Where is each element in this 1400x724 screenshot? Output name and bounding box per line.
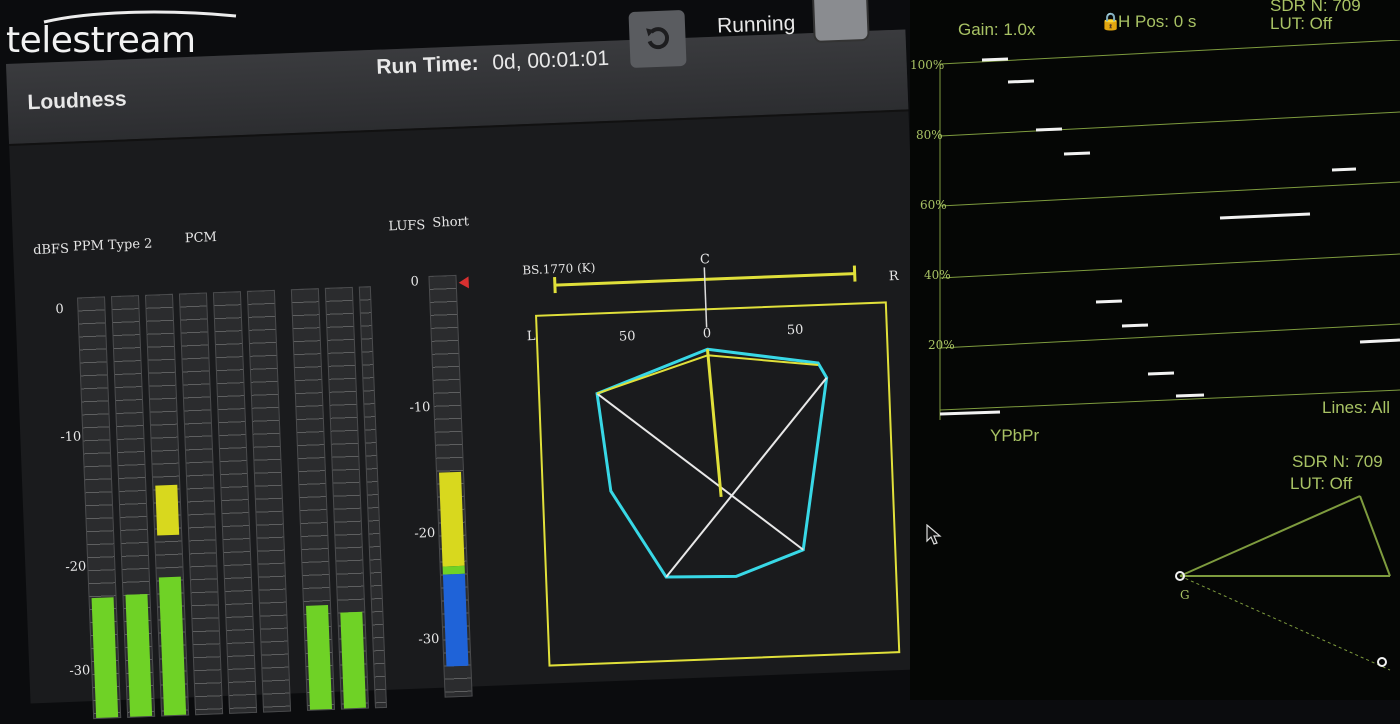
g-vector-label: G [1180,588,1190,602]
cursor-icon [926,524,942,545]
percent-20: 20% [928,338,955,352]
scale-10: -10 [60,429,82,446]
pcm-label: PCM [184,230,218,247]
h-pos-readout: H Pos: 0 s [1118,12,1197,31]
percent-80: 80% [916,128,943,142]
lufs-mode-label: Short [432,214,470,231]
ppm-type-label: PPM Type 2 [72,236,153,255]
target-marker-icon [458,276,469,289]
lufs-scale-10: -10 [409,399,431,416]
percent-60: 60% [920,198,947,212]
reset-icon [646,27,670,50]
brand-name: telestream [6,20,196,61]
right-channel-label: R [889,269,901,284]
lufs-scale-20: -20 [414,525,436,542]
ypbpr-label: YPbPr [990,426,1040,445]
scale-30: -30 [69,663,91,680]
percent-100: 100% [910,58,945,72]
lufs-scale-0: 0 [410,274,420,290]
surround-scale-center: 0 [703,326,712,341]
surround-title: BS.1770 (K) [522,261,596,278]
gain-readout: Gain: 1.0x [958,20,1036,39]
percent-40: 40% [924,268,951,282]
running-status: Running [716,11,796,38]
scale-0: 0 [55,301,65,318]
lines-label: Lines: All [1322,398,1391,417]
left-channel-label: L [527,329,537,344]
run-time-label: Run Time: [375,51,480,79]
run-time-value: 0d, 00:01:01 [491,46,610,75]
scale-20: -20 [65,559,87,576]
surround-scale-right: 50 [787,323,804,339]
dbfs-label: dBFS [32,241,70,259]
lufs-label: LUFS [388,218,426,235]
loudness-panel: Loudness Run Time: 0d, 00:01:01 Running … [6,0,930,720]
lut-readout: LUT: Off [1270,14,1333,33]
reset-button[interactable] [628,9,687,69]
surround-scale-left: 50 [619,329,636,345]
brand-logo: telestream [4,6,244,66]
waveform-graticule [939,40,1400,420]
surround-display: L C R Rs BS.1770 (K) 50 0 50 [522,252,928,667]
lufs-scale-30: -30 [418,631,440,648]
waveform-scope: Gain: 1.0x 🔒 H Pos: 0 s SDR N: 709 LUT: … [910,0,1400,700]
panel-title: Loudness [27,87,128,115]
center-channel-label: C [700,252,711,267]
vector-sdr-label: SDR N: 709 [1292,452,1383,471]
stop-button[interactable] [813,0,868,41]
